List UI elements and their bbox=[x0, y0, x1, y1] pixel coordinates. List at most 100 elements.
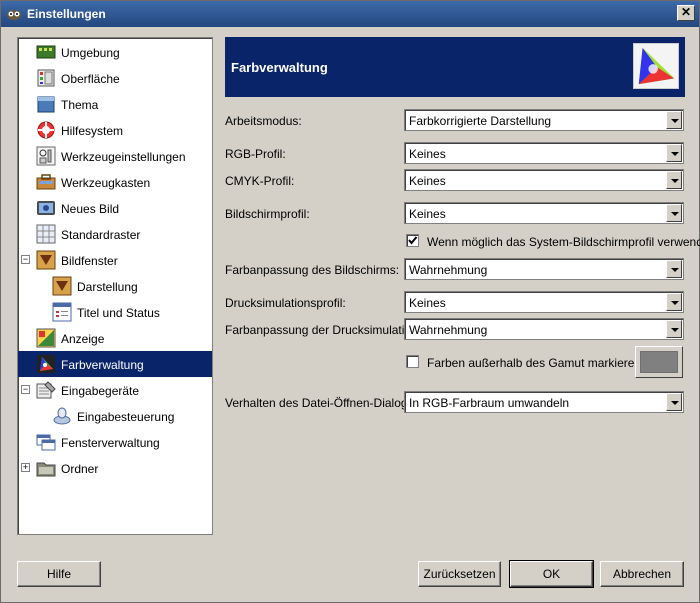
arbeitsmodus-label: Arbeitsmodus: bbox=[225, 114, 302, 128]
nav-item-eingabesteuerung[interactable]: Eingabesteuerung bbox=[18, 403, 212, 429]
preferences-nav-tree: Umgebung Oberfläche Thema Hilfesystem We… bbox=[17, 37, 213, 535]
cancel-button[interactable]: Abbrechen bbox=[600, 561, 684, 587]
datei-oeffnen-select[interactable]: In RGB-Farbraum umwandeln bbox=[404, 391, 684, 413]
chevron-down-icon[interactable] bbox=[666, 260, 682, 278]
close-button[interactable]: ✕ bbox=[677, 5, 695, 21]
chevron-down-icon[interactable] bbox=[666, 111, 682, 129]
color-gamut-icon bbox=[633, 43, 679, 89]
gamut-markieren-label: Farben außerhalb des Gamut markieren bbox=[427, 356, 642, 370]
drucksimulationsprofil-value: Keines bbox=[409, 296, 446, 310]
gamut-markieren-checkbox[interactable] bbox=[406, 355, 419, 368]
system-profil-checkbox[interactable] bbox=[406, 234, 419, 247]
window-management-icon bbox=[36, 434, 56, 451]
nav-item-eingabegeraete[interactable]: − Eingabegeräte bbox=[18, 377, 212, 403]
input-devices-icon bbox=[36, 381, 56, 399]
environment-icon bbox=[36, 45, 56, 59]
nav-item-label: Eingabegeräte bbox=[61, 384, 140, 398]
drucksimulationsprofil-select[interactable]: Keines bbox=[404, 291, 684, 313]
rgb-profil-select[interactable]: Keines bbox=[404, 142, 684, 164]
chevron-down-icon[interactable] bbox=[666, 320, 682, 338]
farbanpassung-druck-select[interactable]: Wahrnehmung bbox=[404, 318, 684, 340]
nav-item-bildfenster[interactable]: − Bildfenster bbox=[18, 247, 212, 273]
preferences-window: Einstellungen ✕ Umgebung Oberfläche Them… bbox=[0, 0, 700, 603]
nav-item-label: Standardraster bbox=[61, 228, 141, 242]
help-button-label: Hilfe bbox=[46, 567, 71, 581]
close-icon: ✕ bbox=[680, 5, 692, 19]
datei-oeffnen-value: In RGB-Farbraum umwandeln bbox=[409, 396, 570, 410]
arbeitsmodus-value: Farbkorrigierte Darstellung bbox=[409, 114, 552, 128]
cancel-button-label: Abbrechen bbox=[612, 567, 672, 581]
input-controllers-icon bbox=[53, 407, 71, 425]
folders-icon bbox=[36, 462, 56, 477]
nav-item-neues-bild[interactable]: Neues Bild bbox=[18, 195, 212, 221]
default-grid-icon bbox=[36, 224, 56, 244]
nav-item-label: Werkzeugeinstellungen bbox=[61, 150, 186, 164]
gimp-app-icon bbox=[7, 10, 21, 20]
nav-item-label: Oberfläche bbox=[61, 72, 120, 86]
nav-item-anzeige[interactable]: Anzeige bbox=[18, 325, 212, 351]
bildschirmprofil-select[interactable]: Keines bbox=[404, 202, 684, 224]
nav-item-label: Neues Bild bbox=[61, 202, 120, 216]
nav-item-label: Darstellung bbox=[77, 280, 138, 294]
nav-item-farbverwaltung[interactable]: Farbverwaltung bbox=[18, 351, 212, 377]
farbanpassung-bildschirm-select[interactable]: Wahrnehmung bbox=[404, 258, 684, 280]
chevron-down-icon[interactable] bbox=[666, 171, 682, 189]
checkmark-icon bbox=[408, 236, 418, 245]
appearance-icon bbox=[52, 276, 72, 296]
farbanpassung-druck-value: Wahrnehmung bbox=[409, 323, 488, 337]
section-title: Farbverwaltung bbox=[231, 60, 328, 75]
nav-item-label: Farbverwaltung bbox=[61, 358, 144, 372]
nav-item-werkzeugkasten[interactable]: Werkzeugkasten bbox=[18, 169, 212, 195]
nav-item-label: Eingabesteuerung bbox=[77, 410, 175, 424]
chevron-down-icon[interactable] bbox=[666, 144, 682, 162]
collapse-icon[interactable]: − bbox=[21, 255, 30, 264]
tool-options-icon bbox=[36, 146, 56, 166]
nav-item-label: Hilfesystem bbox=[61, 124, 124, 138]
reset-button-label: Zurücksetzen bbox=[423, 567, 496, 581]
chevron-down-icon[interactable] bbox=[666, 293, 682, 311]
nav-item-hilfesystem[interactable]: Hilfesystem bbox=[18, 117, 212, 143]
ok-button[interactable]: OK bbox=[509, 560, 594, 588]
nav-item-umgebung[interactable]: Umgebung bbox=[18, 39, 212, 65]
nav-item-oberflaeche[interactable]: Oberfläche bbox=[18, 65, 212, 91]
nav-item-titel-und-status[interactable]: Titel und Status bbox=[18, 299, 212, 325]
expand-icon[interactable]: + bbox=[21, 463, 30, 472]
gamut-color-button[interactable] bbox=[635, 346, 683, 378]
cmyk-profil-value: Keines bbox=[409, 174, 446, 188]
nav-item-ordner[interactable]: + Ordner bbox=[18, 455, 212, 481]
image-window-icon bbox=[36, 250, 56, 270]
drucksimulationsprofil-label: Drucksimulationsprofil: bbox=[225, 296, 346, 310]
system-profil-label: Wenn möglich das System-Bildschirmprofil… bbox=[427, 235, 700, 249]
bildschirmprofil-value: Keines bbox=[409, 207, 446, 221]
nav-item-fensterverwaltung[interactable]: Fensterverwaltung bbox=[18, 429, 212, 455]
gamut-color-swatch bbox=[640, 351, 678, 373]
nav-item-label: Werkzeugkasten bbox=[61, 176, 151, 190]
nav-item-thema[interactable]: Thema bbox=[18, 91, 212, 117]
section-header: Farbverwaltung bbox=[225, 37, 685, 97]
nav-item-werkzeugeinstellungen[interactable]: Werkzeugeinstellungen bbox=[18, 143, 212, 169]
nav-item-darstellung[interactable]: Darstellung bbox=[18, 273, 212, 299]
title-status-icon bbox=[52, 302, 72, 322]
cmyk-profil-select[interactable]: Keines bbox=[404, 169, 684, 191]
display-icon bbox=[36, 328, 56, 348]
window-title: Einstellungen bbox=[27, 7, 106, 21]
nav-item-label: Fensterverwaltung bbox=[61, 436, 160, 450]
color-management-icon bbox=[37, 355, 55, 373]
rgb-profil-label: RGB-Profil: bbox=[225, 147, 286, 161]
nav-item-label: Thema bbox=[61, 98, 99, 112]
nav-item-label: Anzeige bbox=[61, 332, 105, 346]
reset-button[interactable]: Zurücksetzen bbox=[418, 561, 501, 587]
nav-item-standardraster[interactable]: Standardraster bbox=[18, 221, 212, 247]
chevron-down-icon[interactable] bbox=[666, 204, 682, 222]
rgb-profil-value: Keines bbox=[409, 147, 446, 161]
interface-icon bbox=[37, 69, 55, 87]
ok-button-label: OK bbox=[542, 567, 561, 581]
chevron-down-icon[interactable] bbox=[666, 393, 682, 411]
datei-oeffnen-label: Verhalten des Datei-Öffnen-Dialogs: bbox=[225, 396, 417, 410]
arbeitsmodus-select[interactable]: Farbkorrigierte Darstellung bbox=[404, 109, 684, 131]
title-bar[interactable]: Einstellungen ✕ bbox=[1, 1, 699, 27]
cmyk-profil-label: CMYK-Profil: bbox=[225, 174, 295, 188]
help-button[interactable]: Hilfe bbox=[17, 561, 101, 587]
collapse-icon[interactable]: − bbox=[21, 385, 30, 394]
nav-item-label: Ordner bbox=[61, 462, 99, 476]
